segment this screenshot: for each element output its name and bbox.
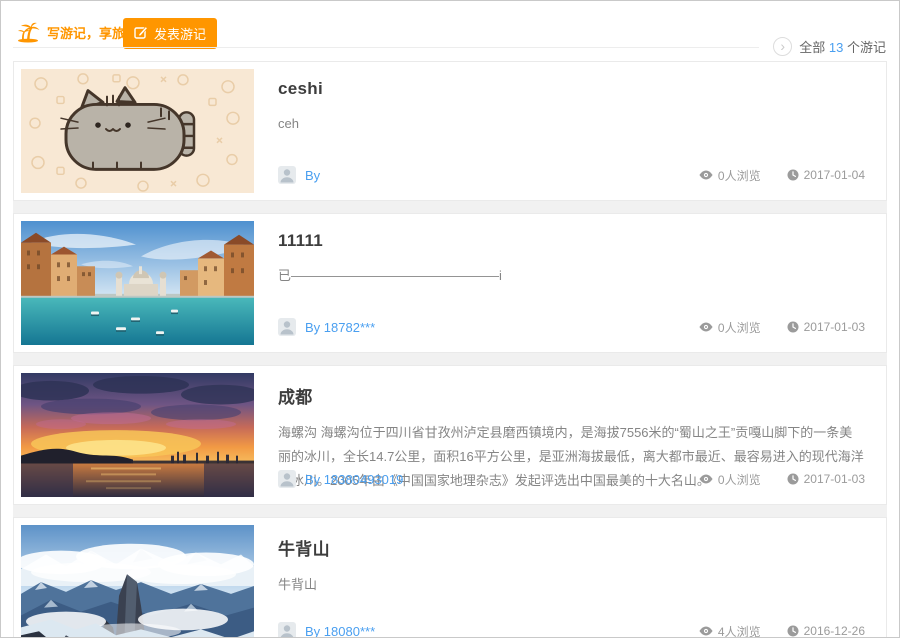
views-count: 4人浏览 bbox=[699, 623, 761, 638]
travel-notes-page: 写游记，享旅途 发表游记 › 全部 13 个游记 bbox=[0, 0, 900, 638]
publish-note-button[interactable]: 发表游记 bbox=[123, 18, 217, 49]
summary-text: 全部 13 个游记 bbox=[799, 37, 886, 56]
travel-note-card: 牛背山 牛背山 By 18080*** 4人浏览 bbox=[13, 517, 887, 638]
brand: 写游记，享旅途 bbox=[17, 22, 138, 43]
thumbnail-snow-mountain[interactable] bbox=[21, 525, 254, 638]
thumbnail-pusheen-cat[interactable] bbox=[21, 69, 254, 193]
avatar-placeholder-icon bbox=[278, 318, 296, 336]
clock-icon bbox=[787, 169, 799, 181]
clock-icon bbox=[787, 473, 799, 485]
eye-icon bbox=[699, 322, 713, 332]
note-description: ceh bbox=[278, 112, 865, 136]
author-link[interactable]: By 18380493019 bbox=[305, 472, 403, 487]
publish-button-label: 发表游记 bbox=[154, 24, 206, 43]
publish-date: 2016-12-26 bbox=[787, 624, 865, 638]
avatar-placeholder-icon bbox=[278, 470, 296, 488]
avatar-placeholder-icon bbox=[278, 622, 296, 638]
travel-note-card: ceshi ceh By 0人浏览 bbox=[13, 61, 887, 201]
author-link[interactable]: By 18080*** bbox=[305, 624, 375, 638]
palm-tree-icon bbox=[17, 22, 40, 43]
chevron-right-circle-icon[interactable]: › bbox=[773, 37, 792, 56]
edit-pen-icon bbox=[134, 25, 148, 42]
author-link[interactable]: By 18782*** bbox=[305, 320, 375, 335]
note-title[interactable]: 牛背山 bbox=[278, 535, 865, 560]
publish-date: 2017-01-03 bbox=[787, 472, 865, 486]
publish-date: 2017-01-04 bbox=[787, 168, 865, 182]
thumbnail-sunset-lake[interactable] bbox=[21, 373, 254, 497]
page-header: 写游记，享旅途 发表游记 › 全部 13 个游记 bbox=[1, 1, 899, 61]
travel-note-list: ceshi ceh By 0人浏览 bbox=[13, 61, 887, 638]
views-count: 0人浏览 bbox=[699, 471, 761, 488]
travel-note-card: 成都 海螺沟 海螺沟位于四川省甘孜州泸定县磨西镇境内，是海拔7556米的“蜀山之… bbox=[13, 365, 887, 505]
clock-icon bbox=[787, 321, 799, 333]
note-title[interactable]: 11111 bbox=[278, 231, 865, 251]
eye-icon bbox=[699, 170, 713, 180]
notes-count-summary: › 全部 13 个游记 bbox=[773, 37, 886, 56]
header-divider bbox=[13, 47, 759, 48]
thumbnail-venice-canal[interactable] bbox=[21, 221, 254, 345]
avatar-placeholder-icon bbox=[278, 166, 296, 184]
eye-icon bbox=[699, 626, 713, 636]
note-description: 牛背山 bbox=[278, 573, 865, 597]
views-count: 0人浏览 bbox=[699, 319, 761, 336]
publish-date: 2017-01-03 bbox=[787, 320, 865, 334]
note-description: 已————————————————i bbox=[278, 264, 865, 288]
clock-icon bbox=[787, 625, 799, 637]
notes-count: 13 bbox=[829, 40, 843, 55]
author-link[interactable]: By bbox=[305, 168, 320, 183]
views-count: 0人浏览 bbox=[699, 167, 761, 184]
eye-icon bbox=[699, 474, 713, 484]
note-title[interactable]: 成都 bbox=[278, 383, 865, 408]
note-title[interactable]: ceshi bbox=[278, 79, 865, 99]
travel-note-card: 11111 已————————————————i By 18782*** 0人浏… bbox=[13, 213, 887, 353]
